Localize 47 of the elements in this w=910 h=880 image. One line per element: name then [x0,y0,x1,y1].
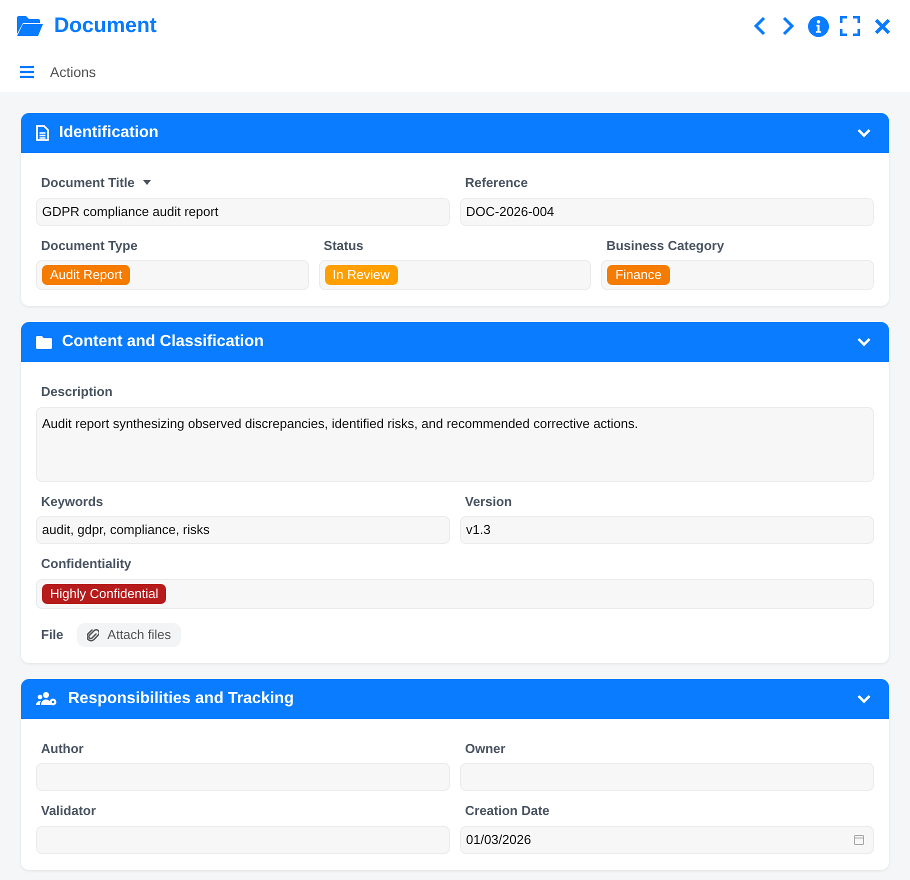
actions-menu[interactable]: Actions [50,62,96,82]
field-label: Owner [465,740,506,758]
field-label: Business Category [606,236,724,255]
tag: Highly Confidential [42,584,166,604]
caret-down-icon[interactable] [142,180,151,186]
chevron-down-icon[interactable] [857,694,871,704]
section-header[interactable]: Identification [21,113,889,153]
folder-icon [16,15,44,37]
tag-field[interactable]: Highly Confidential [36,578,874,608]
fullscreen-button[interactable] [838,14,862,38]
field-label: Author [41,740,84,758]
tag: Finance [607,265,670,285]
window-title: Document [54,13,157,40]
date-field[interactable]: 01/03/2026 [460,826,874,854]
info-button[interactable] [806,14,830,38]
tag: Audit Report [42,265,130,285]
attach-files-button[interactable]: Attach files [77,622,181,646]
chevron-down-icon[interactable] [857,337,871,347]
tag: In Review [324,265,398,285]
field-label: File [41,626,64,644]
section-title: Content and Classification [62,332,264,352]
chevron-down-icon[interactable] [857,128,871,138]
field-label: Document Type [41,236,138,255]
field-label: Creation Date [465,802,550,820]
field-label: Description [41,383,113,401]
text-field[interactable]: GDPR compliance audit report [36,198,450,226]
field-label: Keywords [41,492,104,511]
section-title: Responsibilities and Tracking [68,688,294,708]
field-label: Status [324,236,364,254]
text-area[interactable]: Audit report synthesizing observed discrepancies, identified risks, and recommended corrective actions. [36,406,874,482]
field-label: Version [465,492,512,510]
text-field[interactable]: DOC-2026-004 [460,198,874,226]
section-header[interactable]: Responsibilities and Tracking [21,678,889,718]
field-label: Document Title [41,174,135,192]
section-header[interactable]: Content and Classification [21,322,889,362]
calendar-icon[interactable] [854,834,864,845]
menu-icon[interactable] [20,66,34,78]
document-icon [36,125,49,141]
field-label: Reference [465,174,528,192]
folder-icon [36,336,52,348]
users-gear-icon [36,690,58,706]
field-label: Confidentiality [41,555,132,573]
text-field[interactable]: audit, gdpr, compliance, risks [36,516,450,544]
text-field[interactable]: v1.3 [460,516,874,544]
field-label: Validator [41,802,96,820]
paperclip-icon [87,628,100,642]
section-title: Identification [59,123,159,143]
